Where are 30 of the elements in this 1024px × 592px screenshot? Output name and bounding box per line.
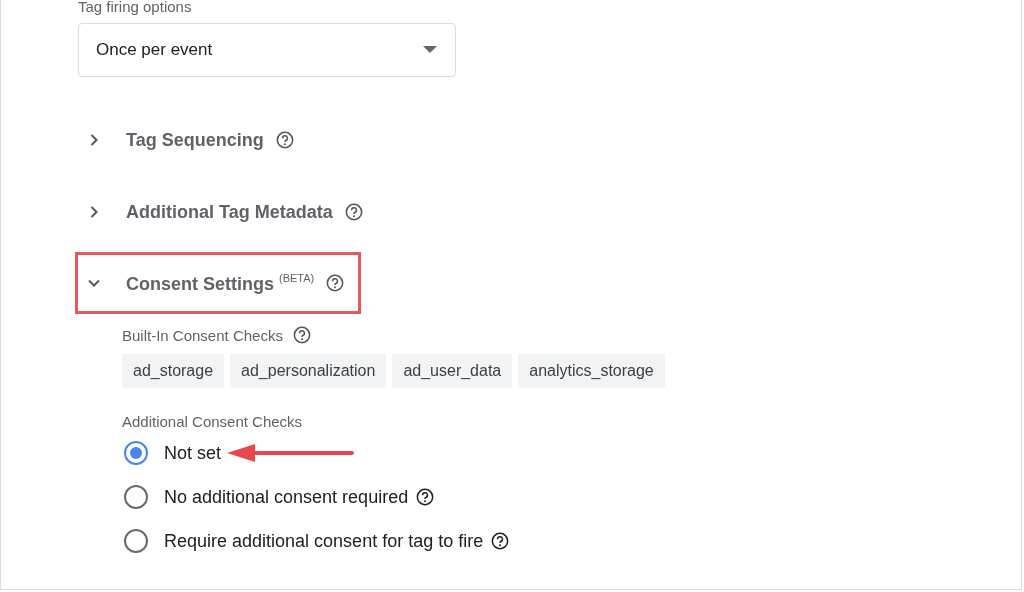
section-title: Tag Sequencing (126, 129, 264, 151)
help-icon[interactable] (292, 326, 311, 344)
option-label: Not set (164, 442, 222, 464)
chevron-icon (88, 206, 100, 218)
firing-select[interactable]: Once per event (78, 23, 456, 77)
radio-button[interactable] (124, 441, 148, 465)
chevron-icon (88, 134, 100, 146)
section-title: Additional Tag Metadata (126, 201, 333, 223)
consent-chip: ad_user_data (392, 354, 513, 388)
help-icon[interactable] (344, 203, 363, 221)
highlighted-section-header[interactable]: Consent Settings $^{(BETA)}$ (75, 252, 362, 314)
radio-button[interactable] (124, 485, 148, 509)
consent-chip: ad_storage (122, 354, 225, 388)
section-header[interactable]: Additional Tag Metadata (75, 190, 380, 234)
caret-icon (423, 46, 437, 54)
option-label: No additional consent required (164, 486, 409, 508)
chevron-icon (88, 277, 100, 289)
help-icon[interactable] (275, 131, 294, 149)
help-icon[interactable] (416, 488, 435, 506)
radio-button[interactable] (124, 529, 148, 553)
help-icon[interactable] (491, 532, 510, 550)
consent-chip: analytics_storage (518, 354, 665, 388)
consent-chip: ad_personalization (230, 354, 387, 388)
subsection-label: Built-In Consent Checks (122, 326, 283, 344)
section-header[interactable]: Tag Sequencing (75, 118, 311, 162)
option-label: Require additional consent for tag to fire (164, 530, 484, 552)
section-title: Consent Settings $^{(BETA)}$ (126, 271, 315, 295)
field-label: Tag firing options (78, 0, 193, 15)
help-icon[interactable] (326, 274, 345, 292)
subsection-label: Additional Consent Checks (122, 413, 304, 431)
